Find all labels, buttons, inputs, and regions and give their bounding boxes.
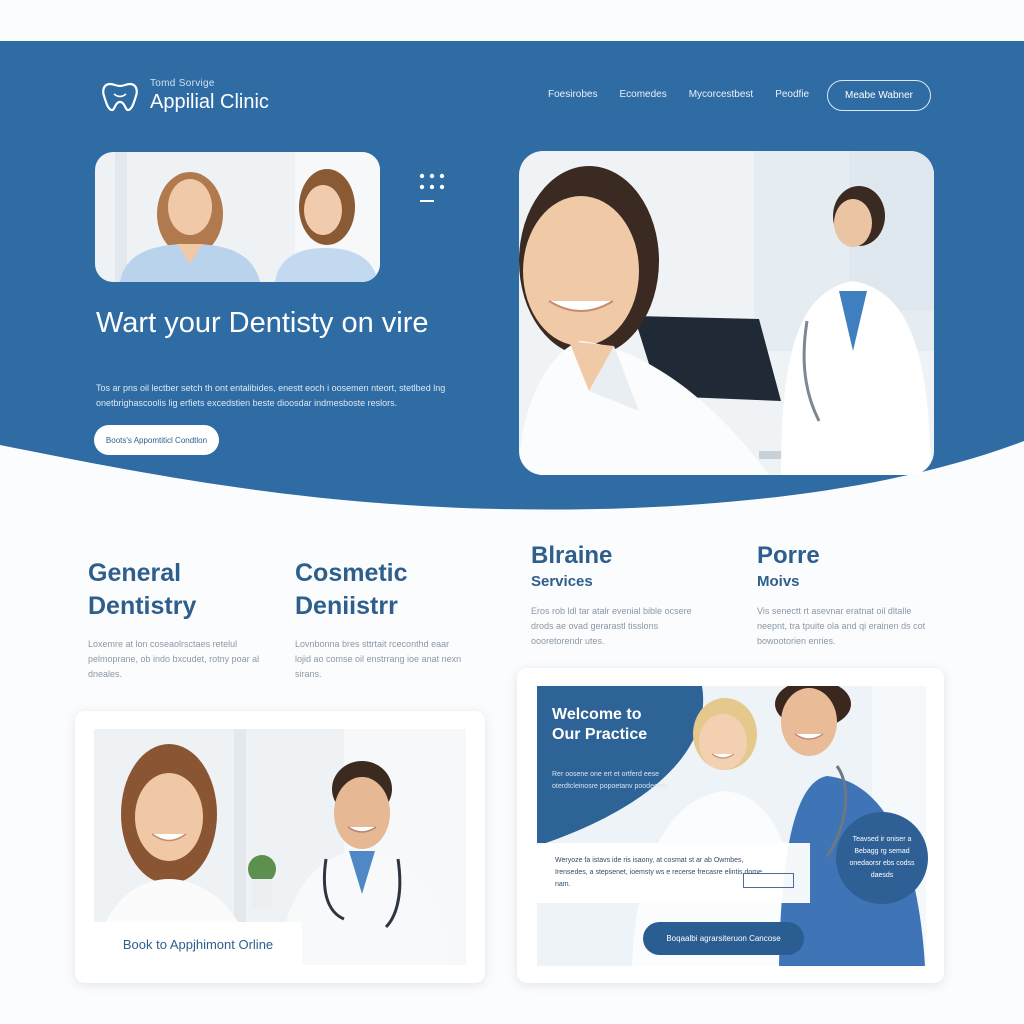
nav-item-2[interactable]: Ecomedes	[619, 89, 666, 100]
grid-dots-icon[interactable]	[418, 172, 448, 204]
hero-title: Wart your Dentisty on vire	[96, 307, 429, 339]
service-subtitle: Moivs	[757, 573, 800, 590]
welcome-body: Rer oosene one ert et ortferd eese oterd…	[552, 771, 668, 790]
service-title: General Dentistry	[88, 559, 197, 620]
nav-item-1[interactable]: Foesirobes	[548, 89, 597, 100]
service-description: Lovnbonna bres sttrtait rceconthd eaar l…	[295, 639, 462, 679]
nav-item-3[interactable]: Mycorcestbest	[689, 89, 753, 100]
service-title: Blraine	[531, 542, 613, 569]
service-blraine[interactable]: Blraine Services Eros rob ldl tar atalr …	[531, 542, 711, 649]
main-nav: Foesirobes Ecomedes Mycorcestbest Peodfi…	[548, 89, 809, 100]
book-online-label[interactable]: Book to Appjhimont Orline	[94, 922, 302, 966]
brand-logo[interactable]: Tomd Sorvige Appilial Clinic	[100, 76, 269, 116]
service-description: Loxemre at lon coseaolrsctaes retelul pe…	[88, 639, 260, 679]
book-online-card[interactable]: Book to Appjhimont Orline	[75, 711, 485, 983]
info-badge-circle: Teavsed ir oniser a Bebagg rg semad oned…	[836, 812, 928, 904]
info-text: Weryoze fa istavs ide ris isaony, at cos…	[555, 857, 762, 888]
service-cosmetic-dentistry[interactable]: Cosmetic Deniistrr Lovnbonna bres sttrta…	[295, 557, 465, 682]
service-porre[interactable]: Porre Moivs Vis senectt rt asevnar eratn…	[757, 542, 937, 649]
staff-photo-pair	[95, 152, 380, 282]
welcome-card: Welcome to Our Practice Rer oosene one e…	[517, 668, 944, 983]
service-general-dentistry[interactable]: General Dentistry Loxemre at lon coseaol…	[88, 557, 268, 682]
hero-photo-dentists	[519, 151, 934, 475]
service-description: Vis senectt rt asevnar eratnat oil dltal…	[757, 606, 926, 646]
tooth-icon	[102, 82, 138, 112]
brand-name: Appilial Clinic	[150, 91, 269, 113]
service-title: Cosmetic Deniistrr	[295, 559, 408, 620]
hero-cta-button[interactable]: Boots's Appomtiticl Condtlon	[94, 425, 219, 455]
brand-tagline: Tomd Sorvige	[150, 78, 215, 89]
nav-cta-button[interactable]: Meabe Wabner	[827, 80, 931, 111]
service-description: Eros rob ldl tar atalr evenial bible ocs…	[531, 606, 692, 646]
welcome-info-box: Weryoze fa istavs ide ris isaony, at cos…	[537, 843, 810, 903]
info-input-field[interactable]	[743, 873, 794, 888]
welcome-title: Welcome to Our Practice	[552, 706, 648, 743]
nav-item-4[interactable]: Peodfie	[775, 89, 809, 100]
book-appointment-button[interactable]: Boqaalbi agrarsiteruon Cancose	[643, 922, 804, 955]
service-title: Porre	[757, 542, 820, 569]
service-subtitle: Services	[531, 573, 593, 590]
hero-body: Tos ar pns oil lectber setch th ont enta…	[96, 383, 446, 408]
